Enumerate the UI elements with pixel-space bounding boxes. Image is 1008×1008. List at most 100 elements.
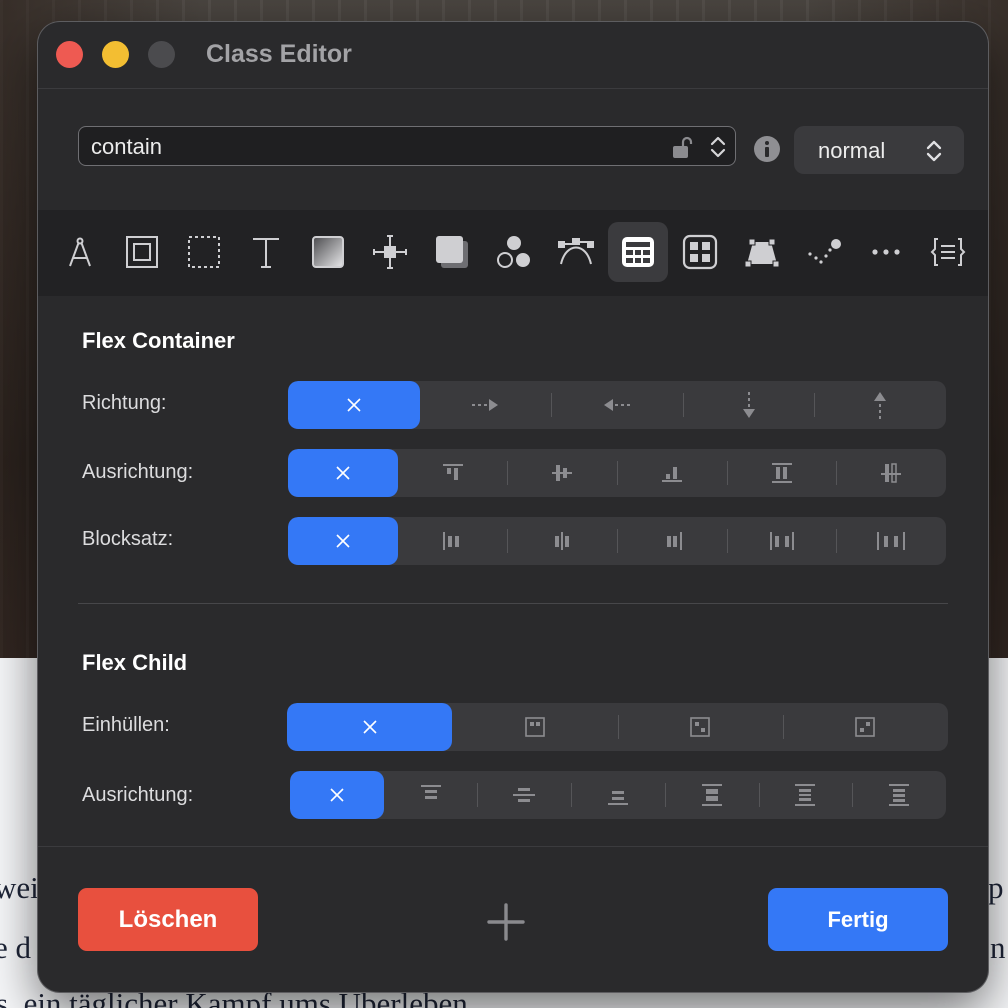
align-self-segmented-control bbox=[290, 771, 946, 819]
tool-gradient[interactable] bbox=[298, 222, 358, 282]
box-diagonal-icon bbox=[690, 717, 710, 737]
shadow-icon bbox=[436, 236, 468, 268]
property-toolbar bbox=[38, 210, 988, 296]
tool-flex-layout[interactable] bbox=[608, 222, 668, 282]
tool-dashed-border[interactable] bbox=[174, 222, 234, 282]
close-button[interactable] bbox=[56, 41, 83, 68]
wrap-segmented-control bbox=[287, 703, 948, 751]
justify-center-icon bbox=[555, 532, 570, 550]
zoom-button[interactable] bbox=[148, 41, 175, 68]
align-items-option-end[interactable] bbox=[617, 449, 727, 497]
justify-option-start[interactable] bbox=[398, 517, 508, 565]
tool-code[interactable] bbox=[918, 222, 978, 282]
tool-scatter[interactable] bbox=[794, 222, 854, 282]
wrap-option-nowrap[interactable] bbox=[452, 703, 617, 751]
tool-compass[interactable] bbox=[50, 222, 110, 282]
align-self-option-none[interactable] bbox=[290, 771, 384, 819]
align-self-center-icon bbox=[513, 788, 536, 802]
align-self-option-baseline[interactable] bbox=[758, 771, 853, 819]
wrap-option-wrap[interactable] bbox=[617, 703, 783, 751]
align-items-label: Ausrichtung: bbox=[82, 461, 194, 483]
unlock-icon[interactable] bbox=[671, 135, 695, 159]
tool-more[interactable] bbox=[856, 222, 916, 282]
x-icon bbox=[330, 788, 344, 802]
align-items-option-baseline[interactable] bbox=[836, 449, 946, 497]
transform-icon bbox=[744, 238, 780, 268]
background-text-line: p bbox=[988, 870, 1004, 905]
x-icon bbox=[336, 534, 350, 548]
justify-space-around-icon bbox=[877, 532, 906, 550]
align-self-option-start[interactable] bbox=[384, 771, 478, 819]
state-select[interactable]: normal bbox=[794, 126, 964, 174]
justify-space-between-icon bbox=[769, 532, 794, 550]
delete-button[interactable]: Löschen bbox=[78, 888, 258, 951]
compass-icon bbox=[69, 237, 91, 267]
tool-grid[interactable] bbox=[670, 222, 730, 282]
justify-end-icon bbox=[666, 532, 682, 550]
align-items-option-center[interactable] bbox=[507, 449, 617, 497]
align-center-icon bbox=[552, 465, 573, 481]
flex-layout-icon bbox=[622, 237, 654, 267]
footer-divider bbox=[38, 846, 988, 847]
direction-option-none[interactable] bbox=[288, 381, 420, 429]
justify-option-center[interactable] bbox=[507, 517, 617, 565]
minimize-button[interactable] bbox=[102, 41, 129, 68]
plus-icon[interactable] bbox=[486, 902, 526, 942]
background-text-line: n bbox=[990, 930, 1006, 965]
x-icon bbox=[363, 720, 377, 734]
flex-child-title: Flex Child bbox=[82, 650, 188, 675]
justify-option-none[interactable] bbox=[288, 517, 398, 565]
title-bar: Class Editor bbox=[38, 22, 988, 89]
tool-bezier[interactable] bbox=[546, 222, 606, 282]
dashed-border-icon bbox=[188, 236, 220, 268]
done-button[interactable]: Fertig bbox=[768, 888, 948, 951]
align-items-option-none[interactable] bbox=[288, 449, 398, 497]
align-self-option-end[interactable] bbox=[571, 771, 665, 819]
tool-position[interactable] bbox=[360, 222, 420, 282]
justify-option-end[interactable] bbox=[617, 517, 727, 565]
tool-shadow[interactable] bbox=[422, 222, 482, 282]
align-self-option-stretch[interactable] bbox=[664, 771, 759, 819]
align-self-stretch-icon bbox=[701, 784, 722, 806]
justify-option-space-around[interactable] bbox=[836, 517, 946, 565]
info-icon[interactable] bbox=[753, 135, 781, 163]
class-editor-window: Class Editor normal bbox=[38, 22, 988, 992]
class-name-input[interactable] bbox=[89, 131, 653, 163]
code-icon bbox=[930, 238, 966, 266]
align-bottom-icon bbox=[661, 467, 682, 482]
align-self-option-center[interactable] bbox=[477, 771, 571, 819]
scatter-icon bbox=[808, 239, 841, 264]
x-icon bbox=[336, 466, 350, 480]
box-diagonal-reverse-icon bbox=[855, 717, 876, 737]
justify-content-label: Blocksatz: bbox=[82, 528, 174, 550]
align-self-auto-icon bbox=[889, 784, 910, 806]
align-items-segmented-control bbox=[288, 449, 946, 497]
wrap-option-wrap-reverse[interactable] bbox=[782, 703, 948, 751]
wrap-option-none[interactable] bbox=[287, 703, 453, 751]
tool-transform[interactable] bbox=[732, 222, 792, 282]
tool-box-model[interactable] bbox=[112, 222, 172, 282]
direction-option-row-reverse[interactable] bbox=[551, 381, 683, 429]
tool-text[interactable] bbox=[236, 222, 296, 282]
background-text-line: e d bbox=[0, 930, 32, 965]
window-title: Class Editor bbox=[206, 40, 352, 68]
arrow-up-icon bbox=[874, 392, 887, 419]
position-icon bbox=[373, 235, 407, 269]
justify-option-space-between[interactable] bbox=[726, 517, 837, 565]
chevron-updown-icon[interactable] bbox=[709, 135, 727, 159]
align-items-option-stretch[interactable] bbox=[726, 449, 837, 497]
direction-option-column[interactable] bbox=[682, 381, 815, 429]
chevron-updown-icon bbox=[926, 140, 942, 162]
bezier-icon bbox=[558, 238, 594, 265]
background-text-line: wei bbox=[0, 870, 39, 905]
direction-option-column-reverse[interactable] bbox=[814, 381, 946, 429]
state-select-value: normal bbox=[818, 138, 886, 163]
class-name-field[interactable] bbox=[78, 126, 736, 166]
direction-option-row[interactable] bbox=[420, 381, 552, 429]
tool-circles[interactable] bbox=[484, 222, 544, 282]
align-baseline-icon bbox=[881, 463, 902, 483]
align-self-option-auto[interactable] bbox=[852, 771, 946, 819]
box-top-icon bbox=[525, 717, 545, 737]
align-items-option-start[interactable] bbox=[398, 449, 508, 497]
text-icon bbox=[253, 238, 279, 268]
